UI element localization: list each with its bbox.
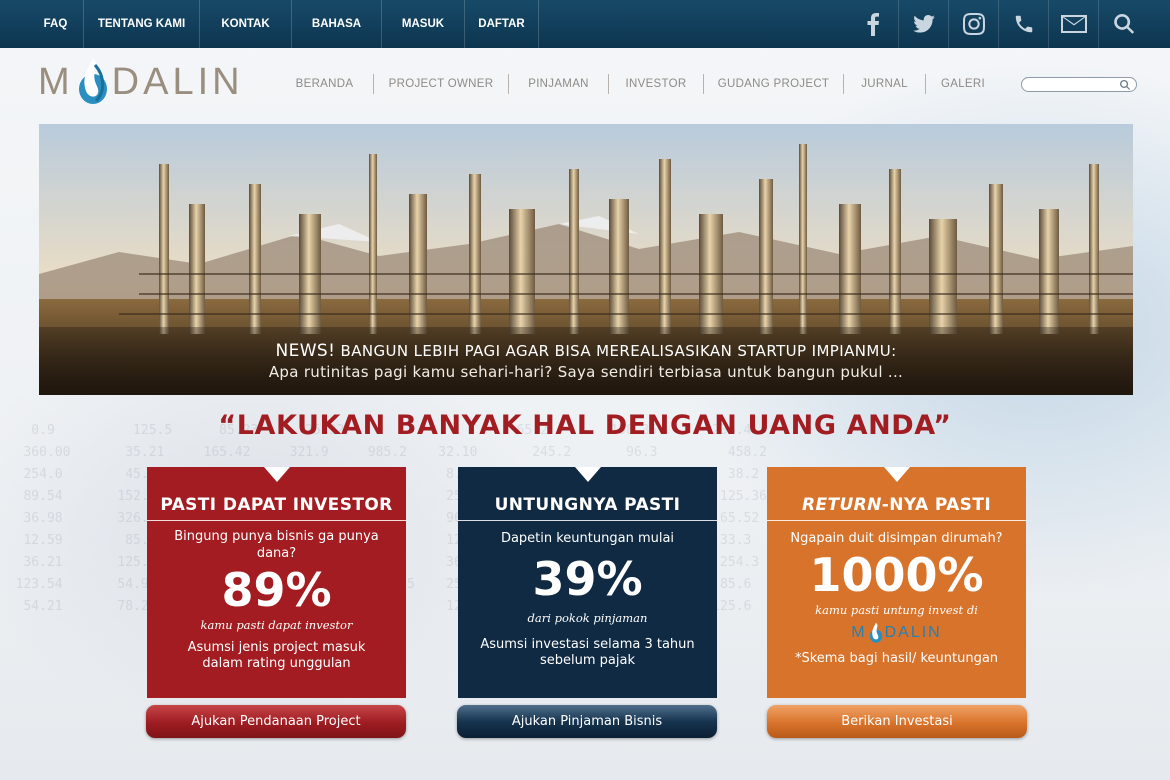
- card-note: Asumsi jenis project masuk dalam rating …: [187, 640, 366, 671]
- ajukan-pendanaan-button[interactable]: Ajukan Pendanaan Project: [146, 705, 406, 738]
- card-percentage: 1000%: [809, 548, 984, 602]
- card-title-italic: RETURN: [801, 495, 882, 515]
- twitter-icon[interactable]: [898, 0, 948, 48]
- social-icons: [848, 0, 1148, 48]
- nav-investor[interactable]: INVESTOR: [609, 74, 704, 94]
- nav-galeri[interactable]: GALERI: [926, 74, 1000, 94]
- news-headline-text: BANGUN LEBIH PAGI AGAR BISA MEREALISASIK…: [340, 342, 897, 360]
- card-percentage: 39%: [532, 552, 643, 606]
- card-notch: [263, 467, 290, 482]
- search-input[interactable]: [1021, 77, 1137, 92]
- top-nav-daftar[interactable]: DAFTAR: [465, 0, 539, 48]
- search-icon[interactable]: [1098, 0, 1148, 48]
- main-nav: BERANDA PROJECT OWNER PINJAMAN INVESTOR …: [276, 74, 1000, 96]
- card-question: Bingung punya bisnis ga punya dana?: [174, 529, 379, 561]
- top-nav-masuk[interactable]: MASUK: [382, 0, 465, 48]
- instagram-icon[interactable]: [948, 0, 998, 48]
- card-title-rest: -NYA PASTI: [881, 495, 992, 515]
- card-percentage: 89%: [221, 563, 332, 617]
- ajukan-pinjaman-button[interactable]: Ajukan Pinjaman Bisnis: [457, 705, 717, 738]
- slogan-heading: “LAKUKAN BANYAK HAL DENGAN UANG ANDA”: [218, 410, 952, 441]
- card-logo-drop-icon: [869, 622, 882, 643]
- card-investor: PASTI DAPAT INVESTOR Bingung punya bisni…: [147, 467, 406, 698]
- card-subtitle: kamu pasti untung invest di: [815, 603, 978, 617]
- card-notch: [574, 467, 601, 482]
- phone-icon[interactable]: [998, 0, 1048, 48]
- nav-gudang-project[interactable]: GUDANG PROJECT: [704, 74, 844, 94]
- top-nav-bahasa[interactable]: BAHASA: [292, 0, 382, 48]
- logo-drop-icon: [78, 59, 107, 104]
- news-tag: NEWS!: [275, 341, 336, 361]
- facebook-icon[interactable]: [848, 0, 898, 48]
- logo-text-left: M: [38, 60, 74, 103]
- card-note: *Skema bagi hasil/ keuntungan: [794, 651, 999, 666]
- news-headline[interactable]: NEWS! BANGUN LEBIH PAGI AGAR BISA MEREAL…: [275, 341, 896, 361]
- top-nav-faq[interactable]: FAQ: [28, 0, 84, 48]
- card-question: Ngapain duit disimpan dirumah?: [790, 531, 1003, 546]
- nav-pinjaman[interactable]: PINJAMAN: [509, 74, 609, 94]
- card-note: Asumsi investasi selama 3 tahun sebelum …: [480, 637, 695, 668]
- modalin-logo[interactable]: M DALIN: [38, 56, 244, 108]
- top-bar: FAQ TENTANG KAMI KONTAK BAHASA MASUK DAF…: [0, 0, 1170, 48]
- card-return: RETURN -NYA PASTI Ngapain duit disimpan d…: [767, 467, 1026, 698]
- search-input-icon[interactable]: [1120, 79, 1130, 90]
- card-logo-text-left: M: [851, 624, 867, 641]
- card-subtitle: dari pokok pinjaman: [527, 611, 648, 625]
- news-excerpt: Apa rutinitas pagi kamu sehari-hari? Say…: [268, 363, 904, 381]
- top-nav-tentang-kami[interactable]: TENTANG KAMI: [84, 0, 200, 48]
- hero-banner[interactable]: NEWS! BANGUN LEBIH PAGI AGAR BISA MEREAL…: [39, 124, 1133, 395]
- news-overlay[interactable]: NEWS! BANGUN LEBIH PAGI AGAR BISA MEREAL…: [39, 327, 1133, 395]
- top-nav: FAQ TENTANG KAMI KONTAK BAHASA MASUK DAF…: [28, 0, 539, 48]
- card-question: Dapetin keuntungan mulai: [500, 531, 675, 546]
- card-subtitle: kamu pasti dapat investor: [200, 618, 353, 632]
- nav-beranda[interactable]: BERANDA: [276, 74, 374, 94]
- card-logo-text-right: DALIN: [884, 624, 942, 641]
- mail-icon[interactable]: [1048, 0, 1098, 48]
- card-notch: [883, 467, 910, 482]
- berikan-investasi-button[interactable]: Berikan Investasi: [767, 705, 1027, 738]
- top-nav-kontak[interactable]: KONTAK: [200, 0, 292, 48]
- card-modalin-logo: M DALIN: [767, 621, 1026, 645]
- nav-project-owner[interactable]: PROJECT OWNER: [374, 74, 509, 94]
- card-untung: UNTUNGNYA PASTI Dapetin keuntungan mulai…: [458, 467, 717, 698]
- nav-jurnal[interactable]: JURNAL: [844, 74, 926, 94]
- logo-text-right: DALIN: [111, 60, 244, 103]
